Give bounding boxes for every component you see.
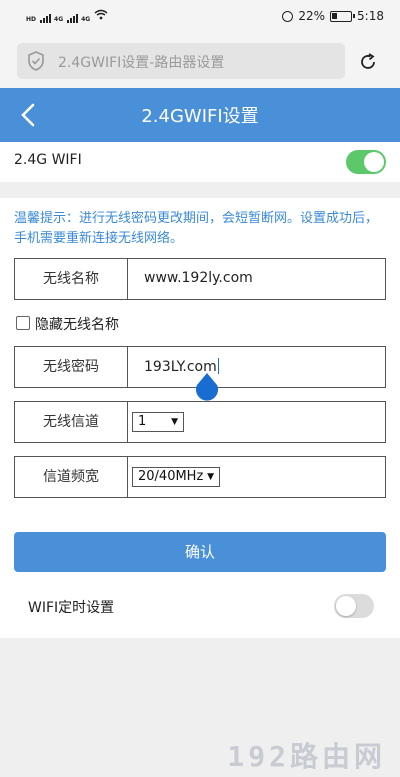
- dropdown-arrow-icon: ▼: [207, 472, 214, 482]
- ssid-label: 无线名称: [43, 271, 99, 287]
- network-indicators: HD 4G 4G: [26, 9, 108, 23]
- alarm-icon: [282, 10, 294, 22]
- password-label: 无线密码: [43, 359, 99, 375]
- refresh-icon[interactable]: [358, 52, 378, 76]
- toggle-knob: [336, 596, 356, 616]
- shield-icon: [27, 51, 45, 75]
- status-bar: HD 4G 4G 22% 5:18: [0, 0, 400, 34]
- ssid-input[interactable]: www.192ly.com: [127, 259, 385, 299]
- channel-value: 1: [138, 414, 147, 429]
- page-header: 2.4GWIFI设置: [0, 88, 400, 142]
- wifi-timer-toggle[interactable]: [334, 594, 374, 618]
- wifi-timer-label: WIFI定时设置: [28, 600, 115, 616]
- address-text: 2.4GWIFI设置-路由器设置: [58, 55, 225, 71]
- wifi-enable-row: 2.4G WIFI: [0, 142, 400, 182]
- bandwidth-field: 信道频宽 20/40MHz ▼: [14, 456, 386, 498]
- battery-percent: 22%: [298, 9, 326, 23]
- dropdown-arrow-icon: ▼: [171, 417, 178, 427]
- hint-text: 温馨提示：进行无线密码更改期间，会短暂断网。设置成功后，手机需要重新连接无线网络…: [14, 211, 379, 246]
- network-tag: HD: [26, 16, 37, 23]
- channel-field: 无线信道 1 ▼: [14, 401, 386, 443]
- hide-ssid-checkbox[interactable]: [16, 316, 30, 330]
- address-bar[interactable]: 2.4GWIFI设置-路由器设置: [17, 43, 345, 79]
- bandwidth-label: 信道频宽: [43, 469, 99, 485]
- text-cursor: [217, 358, 219, 374]
- browser-toolbar: 2.4GWIFI设置-路由器设置: [0, 34, 400, 88]
- wifi-enable-label: 2.4G WIFI: [14, 152, 82, 168]
- channel-label: 无线信道: [43, 414, 99, 430]
- battery-icon: [330, 10, 356, 22]
- ssid-field: 无线名称 www.192ly.com: [14, 258, 386, 300]
- bandwidth-select[interactable]: 20/40MHz ▼: [132, 467, 220, 487]
- clock: 5:18: [357, 9, 384, 23]
- watermark-logo: 192路由网: [227, 740, 386, 773]
- ssid-value: www.192ly.com: [144, 270, 253, 286]
- wifi-icon: [94, 9, 108, 23]
- password-input[interactable]: 193LY.com: [127, 347, 385, 387]
- network-tag: 4G: [81, 16, 91, 23]
- hide-ssid-label: 隐藏无线名称: [35, 317, 119, 333]
- network-tag: 4G: [54, 16, 64, 23]
- toggle-knob: [364, 152, 384, 172]
- page-title: 2.4GWIFI设置: [141, 106, 259, 127]
- wifi-enable-toggle[interactable]: [346, 150, 386, 174]
- signal-icon: [40, 14, 52, 23]
- channel-select[interactable]: 1 ▼: [132, 412, 184, 432]
- confirm-button[interactable]: 确认: [14, 532, 386, 572]
- bandwidth-value: 20/40MHz: [138, 469, 204, 484]
- signal-icon: [67, 14, 79, 23]
